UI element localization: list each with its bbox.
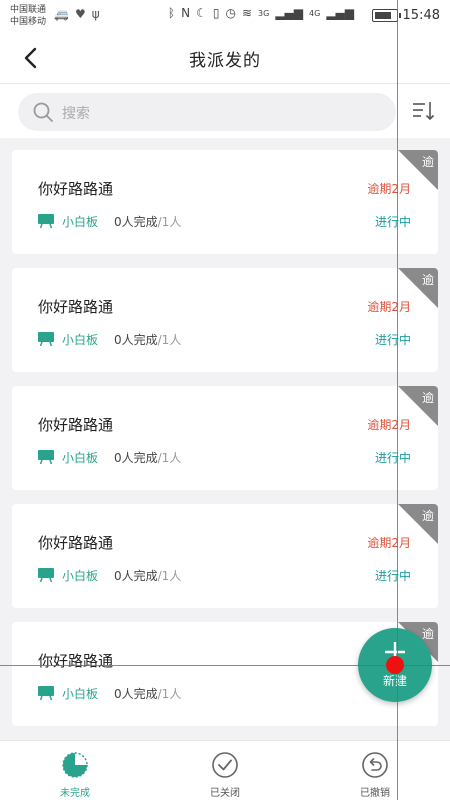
nav-bar: 我派发的 <box>0 32 450 84</box>
alarm-icon: ◷ <box>225 6 236 20</box>
status-label: 进行中 <box>374 451 411 465</box>
tab-label: 已撤销 <box>360 788 390 799</box>
search-placeholder: 搜索 <box>62 106 90 122</box>
total-count: /1人 <box>157 215 182 229</box>
system-icons: ᛒ N ☾ ▯ ◷ ≋ 3G ▂▄▆ 4G ▂▄▆ <box>168 6 354 20</box>
completed-count: 0人完成 <box>114 333 158 347</box>
completion-count: 0人完成/1人 <box>114 685 181 702</box>
completed-count: 0人完成 <box>114 215 158 229</box>
board-label: 小白板 <box>62 451 99 465</box>
status-label: 进行中 <box>374 215 411 229</box>
completion-count: 0人完成/1人 <box>114 331 181 348</box>
tab-closed[interactable]: 已关闭 <box>150 741 300 800</box>
whiteboard-icon <box>38 450 54 464</box>
search-bar: 搜索 <box>0 84 450 138</box>
overdue-corner-text: 逾 <box>421 509 434 523</box>
search-input[interactable]: 搜索 <box>18 93 396 131</box>
whiteboard-icon <box>38 568 54 582</box>
network-type-1: 3G <box>258 8 270 18</box>
new-task-label: 新建 <box>382 674 407 688</box>
overdue-label: 逾期2月 <box>367 182 411 196</box>
pointer-guide-horizontal <box>0 665 450 666</box>
overdue-corner-text: 逾 <box>421 627 434 641</box>
battery-icon <box>372 9 401 22</box>
task-card[interactable]: 逾 你好路路通 逾期2月 小白板 0人完成/1人 进行中 <box>12 386 438 490</box>
board-label: 小白板 <box>62 333 99 347</box>
tab-revoked[interactable]: 已撤销 <box>300 741 450 800</box>
undo-circle-icon <box>362 752 388 778</box>
bluetooth-icon: ᛒ <box>167 6 176 20</box>
total-count: /1人 <box>157 687 182 701</box>
task-card[interactable]: 逾 你好路路通 逾期2月 小白板 0人完成/1人 进行中 <box>12 504 438 608</box>
tab-label: 未完成 <box>60 788 90 799</box>
status-label: 进行中 <box>374 333 411 347</box>
overdue-corner-text: 逾 <box>421 273 434 287</box>
status-bar: 中国联通 中国移动 🚐 ♥ ψ ᛒ N ☾ ▯ ◷ ≋ 3G ▂▄▆ 4G ▂▄… <box>0 0 450 32</box>
status-label: 进行中 <box>374 569 411 583</box>
heartbeat-icon: ♥ <box>74 7 86 21</box>
tab-label: 已关闭 <box>210 788 240 799</box>
pie-icon <box>62 752 88 778</box>
signal-icon: ▂▄▆ <box>275 6 304 20</box>
overdue-label: 逾期2月 <box>367 536 411 550</box>
car-icon: 🚐 <box>54 7 69 21</box>
bottom-tab-bar: 未完成 已关闭 已撤销 <box>0 740 450 800</box>
clock: 15:48 <box>402 8 440 23</box>
board-label: 小白板 <box>62 687 99 701</box>
total-count: /1人 <box>157 569 182 583</box>
completed-count: 0人完成 <box>114 451 158 465</box>
carrier-1: 中国联通 <box>10 5 47 15</box>
board-label: 小白板 <box>62 569 99 583</box>
task-card[interactable]: 逾 你好路路通 逾期2月 小白板 0人完成/1人 进行中 <box>12 150 438 254</box>
usb-icon: ψ <box>91 7 100 21</box>
signal-icon: ▂▄▆ <box>326 6 354 20</box>
task-title: 你好路路通 <box>38 180 114 198</box>
notification-icons: 🚐 ♥ ψ <box>54 7 100 21</box>
total-count: /1人 <box>157 333 182 347</box>
completion-count: 0人完成/1人 <box>114 567 181 584</box>
completion-count: 0人完成/1人 <box>114 449 181 466</box>
sort-icon[interactable] <box>410 98 436 124</box>
whiteboard-icon <box>38 332 54 346</box>
search-icon <box>33 102 53 122</box>
tab-incomplete[interactable]: 未完成 <box>0 741 150 800</box>
whiteboard-icon <box>38 214 54 228</box>
overdue-label: 逾期2月 <box>367 418 411 432</box>
moon-icon: ☾ <box>196 6 207 20</box>
network-type-2: 4G <box>309 8 321 18</box>
completed-count: 0人完成 <box>114 569 158 583</box>
completion-count: 0人完成/1人 <box>114 213 181 230</box>
overdue-corner-text: 逾 <box>421 391 434 405</box>
total-count: /1人 <box>157 451 182 465</box>
pointer-guide-vertical <box>397 0 398 800</box>
task-title: 你好路路通 <box>38 652 114 670</box>
check-circle-icon <box>212 752 238 778</box>
nfc-icon: N <box>181 6 191 20</box>
task-title: 你好路路通 <box>38 298 114 316</box>
wifi-icon: ≋ <box>241 6 253 20</box>
overdue-label: 逾期2月 <box>367 300 411 314</box>
page-title: 我派发的 <box>189 51 261 71</box>
vibrate-icon: ▯ <box>212 6 220 20</box>
completed-count: 0人完成 <box>114 687 158 701</box>
whiteboard-icon <box>38 686 54 700</box>
task-card[interactable]: 逾 你好路路通 逾期2月 小白板 0人完成/1人 进行中 <box>12 268 438 372</box>
touch-indicator <box>386 656 404 674</box>
carrier-info: 中国联通 中国移动 <box>10 4 46 28</box>
overdue-corner-text: 逾 <box>421 155 434 169</box>
task-title: 你好路路通 <box>38 534 114 552</box>
task-title: 你好路路通 <box>38 416 114 434</box>
carrier-2: 中国移动 <box>10 17 47 27</box>
board-label: 小白板 <box>62 215 99 229</box>
